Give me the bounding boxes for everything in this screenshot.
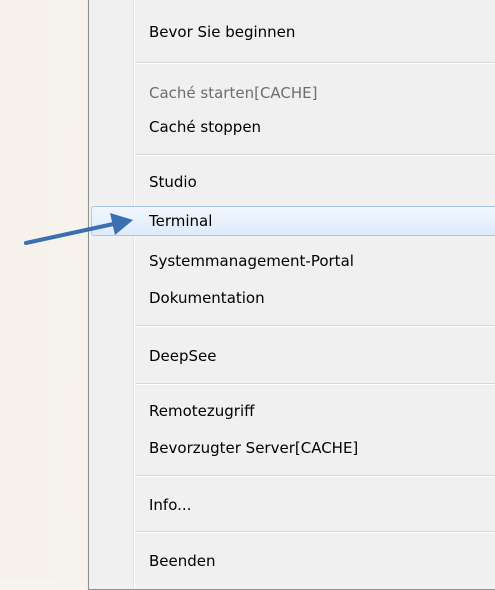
arrow-icon [24, 213, 133, 245]
